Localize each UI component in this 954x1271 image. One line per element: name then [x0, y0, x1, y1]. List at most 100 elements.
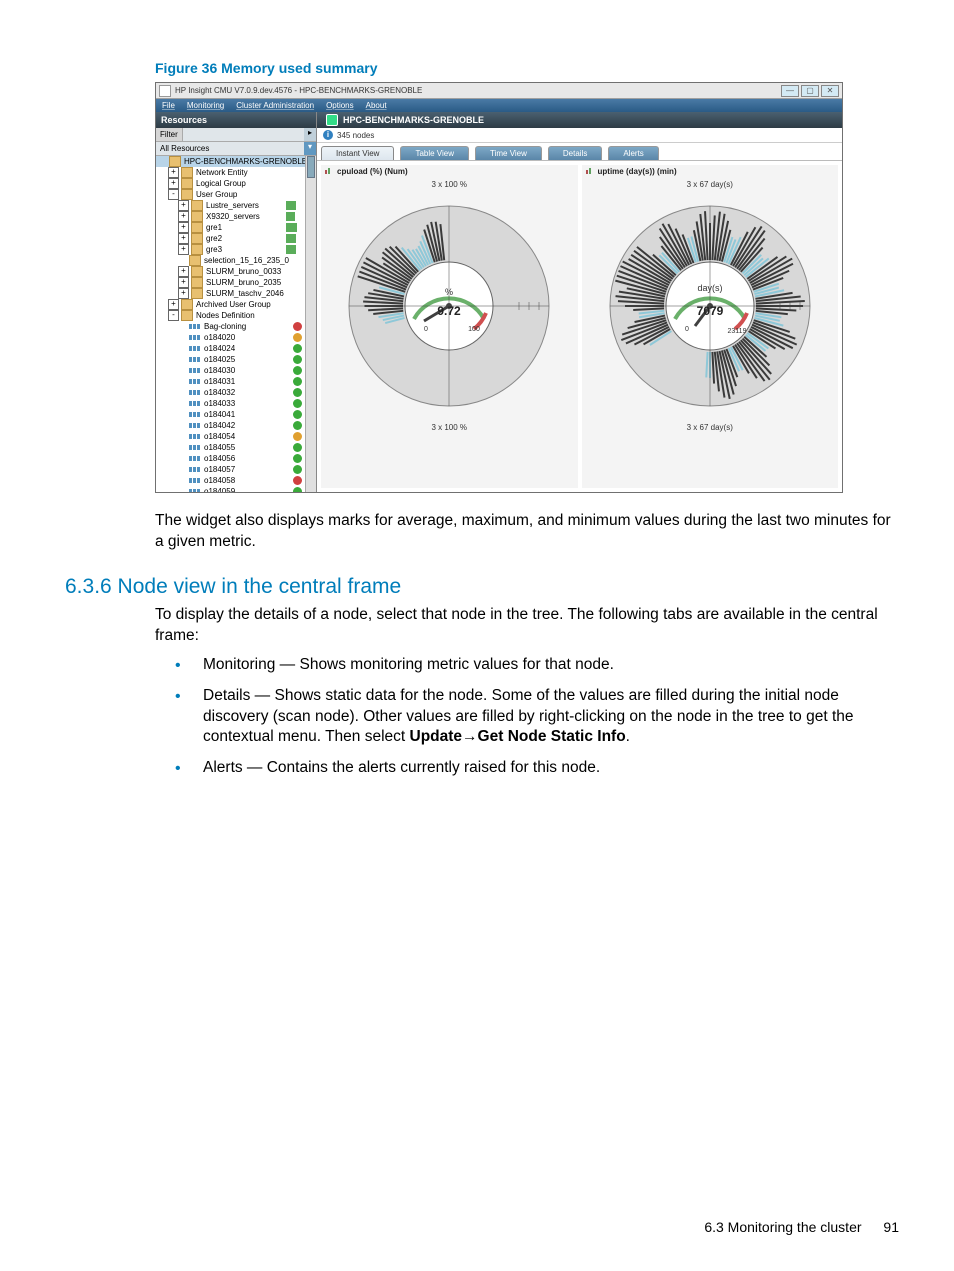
node-icon	[189, 488, 201, 492]
tree-row[interactable]: o184031	[156, 376, 316, 387]
menu-about[interactable]: About	[366, 101, 387, 110]
gauge-uptime: uptime (day(s)) (min) 3 x 67 day(s)	[582, 165, 839, 488]
tree-row[interactable]: o184054	[156, 431, 316, 442]
tree-row[interactable]: +Archived User Group	[156, 299, 316, 310]
expand-icon[interactable]: +	[178, 222, 189, 233]
tree-row[interactable]: +X9320_servers	[156, 211, 316, 222]
node-icon	[189, 411, 201, 418]
tab-details[interactable]: Details	[548, 146, 602, 160]
folder-icon	[191, 233, 203, 244]
menu-options[interactable]: Options	[326, 101, 354, 110]
expand-icon[interactable]: +	[168, 178, 179, 189]
gauge-uptime-chart: day(s) 7079 0 23119	[595, 191, 825, 421]
tab-alerts[interactable]: Alerts	[608, 146, 658, 160]
tree-row[interactable]: +Network Entity	[156, 167, 316, 178]
expand-icon[interactable]: +	[178, 211, 189, 222]
status-badge	[293, 377, 302, 386]
tree-row[interactable]: o184042	[156, 420, 316, 431]
status-badge	[293, 333, 302, 342]
tree-row[interactable]: o184020	[156, 332, 316, 343]
sidebar-header: Resources	[156, 112, 316, 128]
folder-icon	[191, 211, 203, 222]
collapse-icon[interactable]: -	[168, 310, 179, 321]
tree-row[interactable]: +SLURM_bruno_0033	[156, 266, 316, 277]
status-badge	[293, 322, 302, 331]
tree-row[interactable]: o184059	[156, 486, 316, 492]
expand-icon[interactable]: +	[178, 200, 189, 211]
tree-row[interactable]: o184024	[156, 343, 316, 354]
tabbar: Instant View Table View Time View Details Al…	[317, 143, 842, 161]
expand-icon[interactable]: +	[178, 244, 189, 255]
tree-row[interactable]: o184032	[156, 387, 316, 398]
allresources-dropdown-icon[interactable]: ▾	[304, 142, 316, 155]
expand-icon[interactable]: +	[168, 167, 179, 178]
expand-icon[interactable]: +	[178, 233, 189, 244]
tree-row[interactable]: o184041	[156, 409, 316, 420]
filter-expand-icon[interactable]: ▸	[304, 128, 316, 141]
gauge-uptime-title: uptime (day(s)) (min)	[582, 165, 839, 178]
tree-row[interactable]: o184025	[156, 354, 316, 365]
tab-table-view[interactable]: Table View	[400, 146, 469, 160]
footer-section: 6.3 Monitoring the cluster	[704, 1219, 861, 1235]
tab-instant-view[interactable]: Instant View	[321, 146, 394, 160]
tree-row[interactable]: +SLURM_bruno_2035	[156, 277, 316, 288]
tree-row[interactable]: -User Group	[156, 189, 316, 200]
tree-item-label: o184059	[204, 486, 293, 493]
minimize-button[interactable]: —	[781, 85, 799, 97]
tree-row[interactable]: +gre1	[156, 222, 316, 233]
resource-tree[interactable]: HPC-BENCHMARKS-GRENOBLE+Network Entity+L…	[156, 156, 316, 492]
tree-row[interactable]: o184056	[156, 453, 316, 464]
tree-row[interactable]: +Lustre_servers	[156, 200, 316, 211]
node-icon	[189, 345, 201, 352]
gauge-cpuload: cpuload (%) (Num) 3 x 100 %	[321, 165, 578, 488]
status-badge	[293, 487, 302, 492]
tree-row[interactable]: Bag-cloning	[156, 321, 316, 332]
expand-icon[interactable]: +	[178, 266, 189, 277]
section-heading-6-3-6: 6.3.6 Node view in the central frame	[65, 575, 899, 599]
node-icon	[189, 466, 201, 473]
tree-row[interactable]: o184030	[156, 365, 316, 376]
main-header: HPC-BENCHMARKS-GRENOBLE	[317, 112, 842, 128]
tree-row[interactable]: +gre2	[156, 233, 316, 244]
folder-icon	[191, 200, 203, 211]
expand-icon[interactable]: +	[178, 288, 189, 299]
collapse-icon[interactable]: -	[168, 189, 179, 200]
folder-icon	[191, 244, 203, 255]
folder-icon	[191, 266, 203, 277]
sidebar: Resources Filter ▸ All Resources ▾ HPC-B…	[156, 112, 317, 492]
menu-file[interactable]: File	[162, 101, 175, 110]
node-icon	[189, 433, 201, 440]
maximize-button[interactable]: ▢	[801, 85, 819, 97]
tree-row[interactable]: selection_15_16_235_0	[156, 255, 316, 266]
filter-label: Filter	[156, 128, 183, 141]
tree-row[interactable]: o184055	[156, 442, 316, 453]
close-button[interactable]: ✕	[821, 85, 839, 97]
tree-row[interactable]: +gre3	[156, 244, 316, 255]
tree-row[interactable]: HPC-BENCHMARKS-GRENOBLE	[156, 156, 316, 167]
gauge-uptime-scale: 3 x 67 day(s)	[582, 178, 839, 191]
status-badge	[293, 443, 302, 452]
folder-icon	[181, 167, 193, 178]
tree-row[interactable]: o184058	[156, 475, 316, 486]
tree-row[interactable]: +SLURM_taschv_2046	[156, 288, 316, 299]
menu-cluster-administration[interactable]: Cluster Administration	[236, 101, 314, 110]
tree-row[interactable]: o184033	[156, 398, 316, 409]
expand-icon[interactable]: +	[178, 277, 189, 288]
tree-row[interactable]: -Nodes Definition	[156, 310, 316, 321]
nodes-count-row: i 345 nodes	[317, 128, 842, 143]
window-titlebar: HP Insight CMU V7.0.9.dev.4576 - HPC-BEN…	[156, 83, 842, 99]
section-intro: To display the details of a node, select…	[155, 605, 899, 647]
folder-icon	[181, 178, 193, 189]
node-icon	[189, 477, 201, 484]
allresources-label: All Resources	[156, 142, 304, 155]
filter-input[interactable]	[183, 128, 304, 141]
gauge-cpuload-title: cpuload (%) (Num)	[321, 165, 578, 178]
node-icon	[189, 334, 201, 341]
tree-row[interactable]: +Logical Group	[156, 178, 316, 189]
tree-scrollbar[interactable]	[305, 156, 316, 492]
tree-row[interactable]: o184057	[156, 464, 316, 475]
tab-time-view[interactable]: Time View	[475, 146, 542, 160]
status-badge	[293, 432, 302, 441]
expand-icon[interactable]: +	[168, 299, 179, 310]
menu-monitoring[interactable]: Monitoring	[187, 101, 224, 110]
